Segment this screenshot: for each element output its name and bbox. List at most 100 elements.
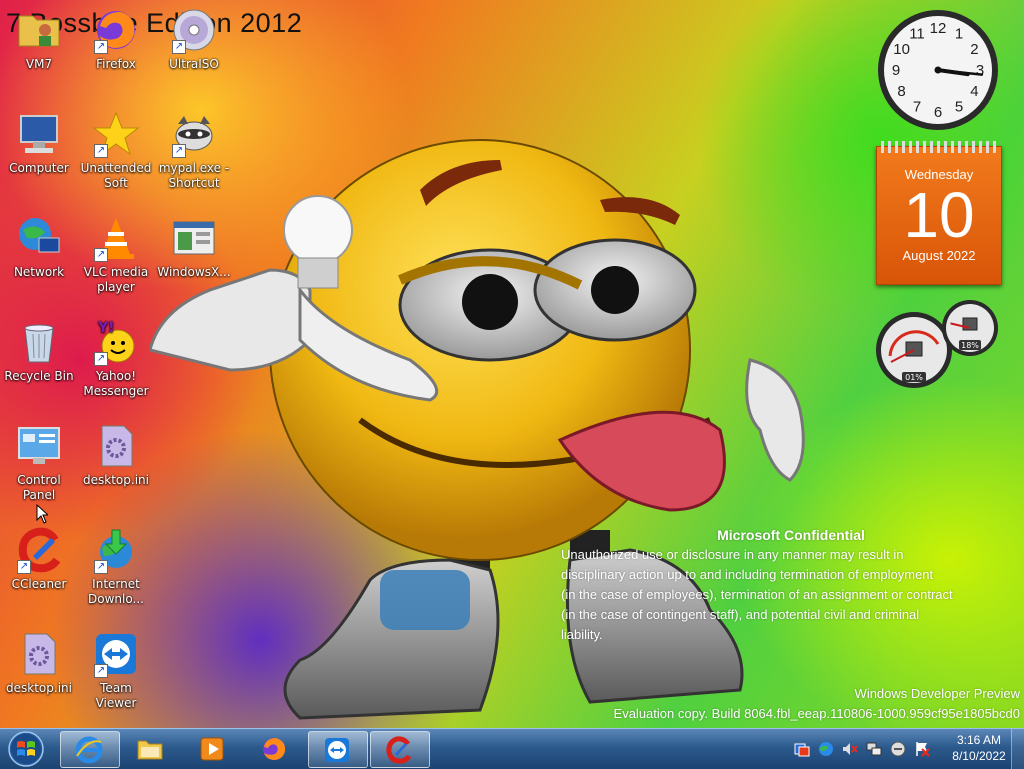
yahoo-messenger-icon: Y! ↗ — [92, 318, 140, 366]
shortcut-arrow-icon: ↗ — [17, 560, 31, 574]
desktop-icon-recycle-bin[interactable]: Recycle Bin — [1, 318, 77, 384]
calendar-month-year: August 2022 — [902, 248, 976, 263]
clock-number: 2 — [970, 41, 978, 58]
taskbar-button-firefox[interactable] — [246, 731, 304, 766]
teamviewer-icon — [325, 738, 349, 762]
shortcut-arrow-icon: ↗ — [94, 144, 108, 158]
shortcut-arrow-icon: ↗ — [172, 40, 186, 54]
desktop-icon-windowsx[interactable]: WindowsX... — [156, 214, 232, 280]
desktop-icon-vlc[interactable]: ↗ VLC media player — [78, 214, 154, 295]
build-watermark: Windows Developer Preview Evaluation cop… — [614, 684, 1020, 724]
svg-text:Y!: Y! — [97, 320, 115, 336]
desktop-icon-computer[interactable]: Computer — [1, 110, 77, 176]
taskbar: 3:16 AM 8/10/2022 — [0, 728, 1024, 769]
clock-number: 6 — [934, 104, 942, 121]
control-panel-icon — [15, 422, 63, 470]
icon-label: Control Panel — [17, 473, 61, 502]
ccleaner-icon: ↗ — [15, 526, 63, 574]
taskbar-button-ccleaner[interactable] — [370, 731, 430, 768]
desktop-icon-vm7[interactable]: VM7 — [1, 6, 77, 72]
icon-label: UltraISO — [169, 57, 219, 71]
confidential-line: liability. — [561, 627, 603, 642]
clock-number: 12 — [930, 20, 947, 37]
taskbar-button-media-player[interactable] — [184, 731, 242, 766]
clock-number: 3 — [976, 62, 984, 79]
minus-circle-icon[interactable] — [890, 741, 906, 757]
cpu-meter-gadget[interactable]: 01% 18% — [874, 300, 1002, 392]
window-app-icon — [170, 214, 218, 262]
volume-muted-icon[interactable] — [842, 741, 858, 757]
desktop-icon-control-panel[interactable]: Control Panel — [1, 422, 77, 503]
desktop-icon-yahoo-messenger[interactable]: Y! ↗ Yahoo! Messenger — [78, 318, 154, 399]
internet-explorer-icon — [75, 736, 103, 764]
clock-number: 7 — [913, 98, 921, 115]
shortcut-arrow-icon: ↗ — [94, 40, 108, 54]
taskbar-button-teamviewer[interactable] — [308, 731, 368, 768]
firefox-icon: ↗ — [92, 6, 140, 54]
icon-label: Unattended Soft — [80, 161, 152, 190]
desktop-icon-mypal[interactable]: ↗ mypal.exe - Shortcut — [156, 110, 232, 191]
calendar-rings — [881, 141, 997, 153]
taskbar-time: 3:16 AM — [956, 733, 1002, 747]
calendar-day-number: 10 — [903, 179, 975, 251]
desktop-icon-internet-download-manager[interactable]: ↗ Internet Downlo... — [78, 526, 154, 607]
icon-label: desktop.ini — [83, 473, 149, 487]
mouse-cursor-icon — [36, 504, 48, 524]
taskbar-clock[interactable]: 3:16 AM 8/10/2022 — [944, 732, 1014, 764]
icon-label: Internet Downlo... — [88, 577, 144, 606]
desktop-icon-desktop-ini-2[interactable]: desktop.ini — [1, 630, 77, 696]
desktop-icon-ultraiso[interactable]: ↗ UltraISO — [156, 6, 232, 72]
build-label: Evaluation copy. Build 8064.fbl_eeap.110… — [613, 706, 1020, 721]
desktop-icon-teamviewer[interactable]: ↗ Team Viewer — [78, 630, 154, 711]
icon-label: Recycle Bin — [4, 369, 74, 383]
confidential-title: Microsoft Confidential — [717, 527, 865, 543]
shortcut-arrow-icon: ↗ — [94, 352, 108, 366]
folder-person-icon — [15, 6, 63, 54]
desktop-icon-ccleaner[interactable]: ↗ CCleaner — [1, 526, 77, 592]
clock-gadget[interactable]: 12 12 3 45678 9 1011 — [876, 8, 1000, 132]
taskbar-button-explorer[interactable] — [122, 731, 180, 766]
disc-icon: ↗ — [170, 6, 218, 54]
download-globe-icon: ↗ — [92, 526, 140, 574]
system-tray: 3:16 AM 8/10/2022 — [790, 729, 1024, 769]
confidential-line: disciplinary action up to and including … — [561, 567, 934, 582]
icon-label: Firefox — [96, 57, 136, 71]
shortcut-arrow-icon: ↗ — [94, 248, 108, 262]
media-player-icon — [200, 737, 224, 761]
clock-number: 10 — [893, 41, 910, 58]
clock-number: 9 — [892, 62, 900, 79]
desktop-icon-desktop-ini[interactable]: desktop.ini — [78, 422, 154, 488]
desktop-icon-firefox[interactable]: ↗ Firefox — [78, 6, 154, 72]
network-globe-icon[interactable] — [818, 741, 834, 757]
clock-number: 11 — [909, 26, 925, 43]
network-status-icon[interactable] — [866, 741, 882, 757]
confidential-line: (in the case of contingent staff), and p… — [561, 607, 920, 622]
shortcut-arrow-icon: ↗ — [172, 144, 186, 158]
settings-file-icon — [92, 422, 140, 470]
calendar-gadget[interactable]: Wednesday 10 August 2022 — [876, 141, 1002, 285]
memory-percent-label: 18% — [961, 341, 979, 350]
cpu-percent-label: 01% — [905, 373, 923, 382]
teamviewer-icon: ↗ — [92, 630, 140, 678]
firefox-icon — [263, 738, 286, 760]
start-button[interactable] — [4, 731, 48, 767]
icon-label: Team Viewer — [95, 681, 137, 710]
icon-label: VLC media player — [83, 265, 149, 294]
icon-label: CCleaner — [11, 577, 67, 591]
security-shield-icon[interactable] — [794, 741, 810, 757]
desktop-icon-unattended-soft[interactable]: ↗ Unattended Soft — [78, 110, 154, 191]
shortcut-arrow-icon: ↗ — [94, 664, 108, 678]
network-icon — [15, 214, 63, 262]
star-icon: ↗ — [92, 110, 140, 158]
confidential-notice: Microsoft Confidential Unauthorized use … — [561, 525, 1021, 645]
desktop-icon-network[interactable]: Network — [1, 214, 77, 280]
computer-icon — [15, 110, 63, 158]
icon-label: WindowsX... — [157, 265, 231, 279]
show-desktop-button[interactable] — [1011, 729, 1024, 769]
confidential-line: (in the case of employees), termination … — [561, 587, 953, 602]
clock-number: 8 — [897, 83, 905, 100]
edition-label: Windows Developer Preview — [854, 686, 1020, 701]
taskbar-button-internet-explorer[interactable] — [60, 731, 120, 768]
action-center-flag-icon[interactable] — [914, 741, 930, 757]
desktop[interactable]: 7 Bossboe Edition 2012 VM7 ↗ Firefox ↗ U… — [0, 0, 1024, 728]
